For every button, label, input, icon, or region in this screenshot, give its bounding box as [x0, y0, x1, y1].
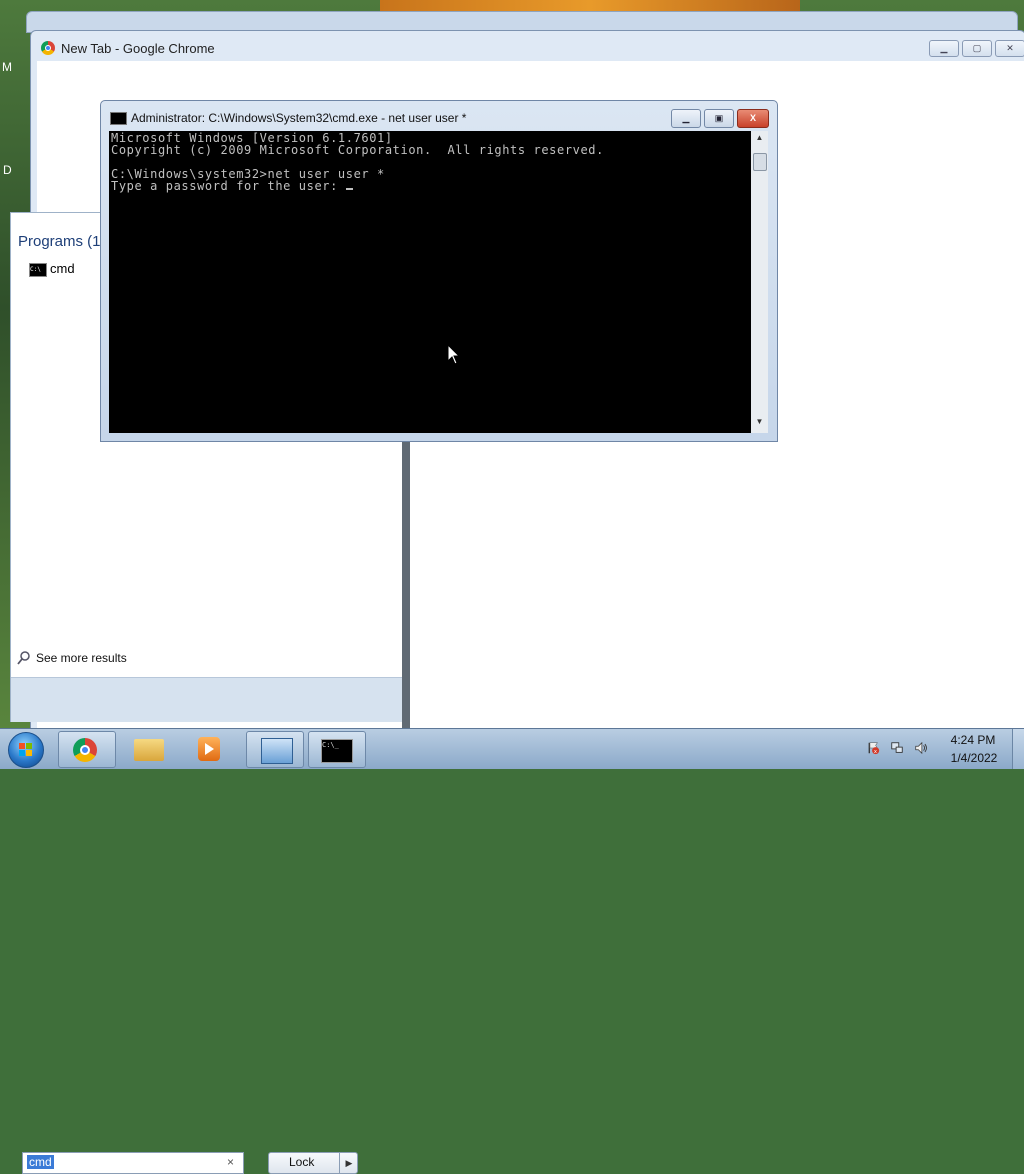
- folder-icon: [134, 739, 164, 761]
- see-more-label: See more results: [36, 651, 127, 665]
- action-center-flag-icon[interactable]: x: [866, 741, 880, 755]
- desktop-edge-label: M: [2, 60, 12, 74]
- taskbar-cmd-button[interactable]: C:\_: [308, 731, 366, 768]
- clock-time[interactable]: 4:24 PM: [950, 733, 996, 747]
- chrome-titlebar[interactable]: New Tab - Google Chrome ▁ ▢ ✕: [31, 31, 1024, 61]
- taskbar-explorer-button[interactable]: [120, 731, 176, 766]
- console-prompt-line: Type a password for the user:: [111, 179, 353, 193]
- program-item-label: cmd: [50, 261, 75, 276]
- text-cursor: [345, 188, 353, 190]
- cmd-console[interactable]: Microsoft Windows [Version 6.1.7601] Cop…: [109, 131, 751, 433]
- scroll-up-icon[interactable]: ▲: [751, 133, 768, 147]
- search-icon: [17, 651, 30, 665]
- chrome-maximize-button[interactable]: ▢: [962, 40, 992, 57]
- start-orb-button[interactable]: [8, 732, 44, 768]
- programs-heading: Programs (1): [18, 233, 106, 250]
- cmd-close-button[interactable]: X: [737, 109, 769, 128]
- window-edge-divider: [402, 440, 410, 728]
- svg-text:x: x: [874, 749, 877, 755]
- scroll-down-icon[interactable]: ▼: [751, 417, 768, 431]
- scrollbar-thumb[interactable]: [753, 153, 767, 171]
- chrome-window-title: New Tab - Google Chrome: [61, 41, 215, 56]
- volume-icon[interactable]: [914, 741, 928, 755]
- lock-button[interactable]: Lock ▶: [268, 1152, 358, 1174]
- shutdown-options-arrow-icon[interactable]: ▶: [339, 1153, 358, 1173]
- console-line: Type a password for the user:: [111, 179, 346, 193]
- start-search-input[interactable]: cmd ×: [22, 1152, 244, 1174]
- network-icon[interactable]: [890, 741, 904, 755]
- lock-label: Lock: [289, 1155, 315, 1169]
- cmd-vertical-scrollbar[interactable]: ▲ ▼: [751, 131, 768, 433]
- taskbar-control-panel-button[interactable]: [246, 731, 304, 768]
- console-line: Copyright (c) 2009 Microsoft Corporation…: [111, 143, 604, 157]
- taskbar-chrome-button[interactable]: [58, 731, 116, 768]
- cmd-icon: C:\_: [321, 739, 353, 763]
- taskbar-media-player-button[interactable]: [180, 731, 236, 766]
- windows-logo-icon: [19, 743, 32, 756]
- chrome-close-button[interactable]: ✕: [995, 40, 1024, 57]
- clock-date[interactable]: 1/4/2022: [948, 751, 1000, 765]
- clear-search-icon[interactable]: ×: [227, 1155, 234, 1169]
- program-item-cmd[interactable]: C:\ cmd: [25, 259, 105, 279]
- taskbar: C:\_ x: [0, 728, 1024, 769]
- media-player-icon: [198, 737, 220, 761]
- cmd-maximize-button[interactable]: ▣: [704, 109, 734, 128]
- cmd-window: Administrator: C:\Windows\System32\cmd.e…: [100, 100, 778, 442]
- cmd-minimize-button[interactable]: ▁: [671, 109, 701, 128]
- cmd-icon: C:\: [29, 263, 47, 277]
- desktop-edge-label: D: [3, 163, 12, 177]
- show-desktop-button[interactable]: [1012, 729, 1024, 769]
- cmd-icon: [110, 112, 127, 125]
- control-panel-icon: [261, 738, 293, 764]
- chrome-minimize-button[interactable]: ▁: [929, 40, 959, 57]
- mouse-pointer-icon: [447, 344, 461, 365]
- chrome-logo-icon: [41, 41, 55, 55]
- start-menu-footer: cmd × Lock ▶: [11, 677, 403, 1174]
- search-input-value: cmd: [27, 1155, 54, 1169]
- chrome-icon: [73, 738, 97, 762]
- cmd-window-title[interactable]: Administrator: C:\Windows\System32\cmd.e…: [131, 111, 466, 125]
